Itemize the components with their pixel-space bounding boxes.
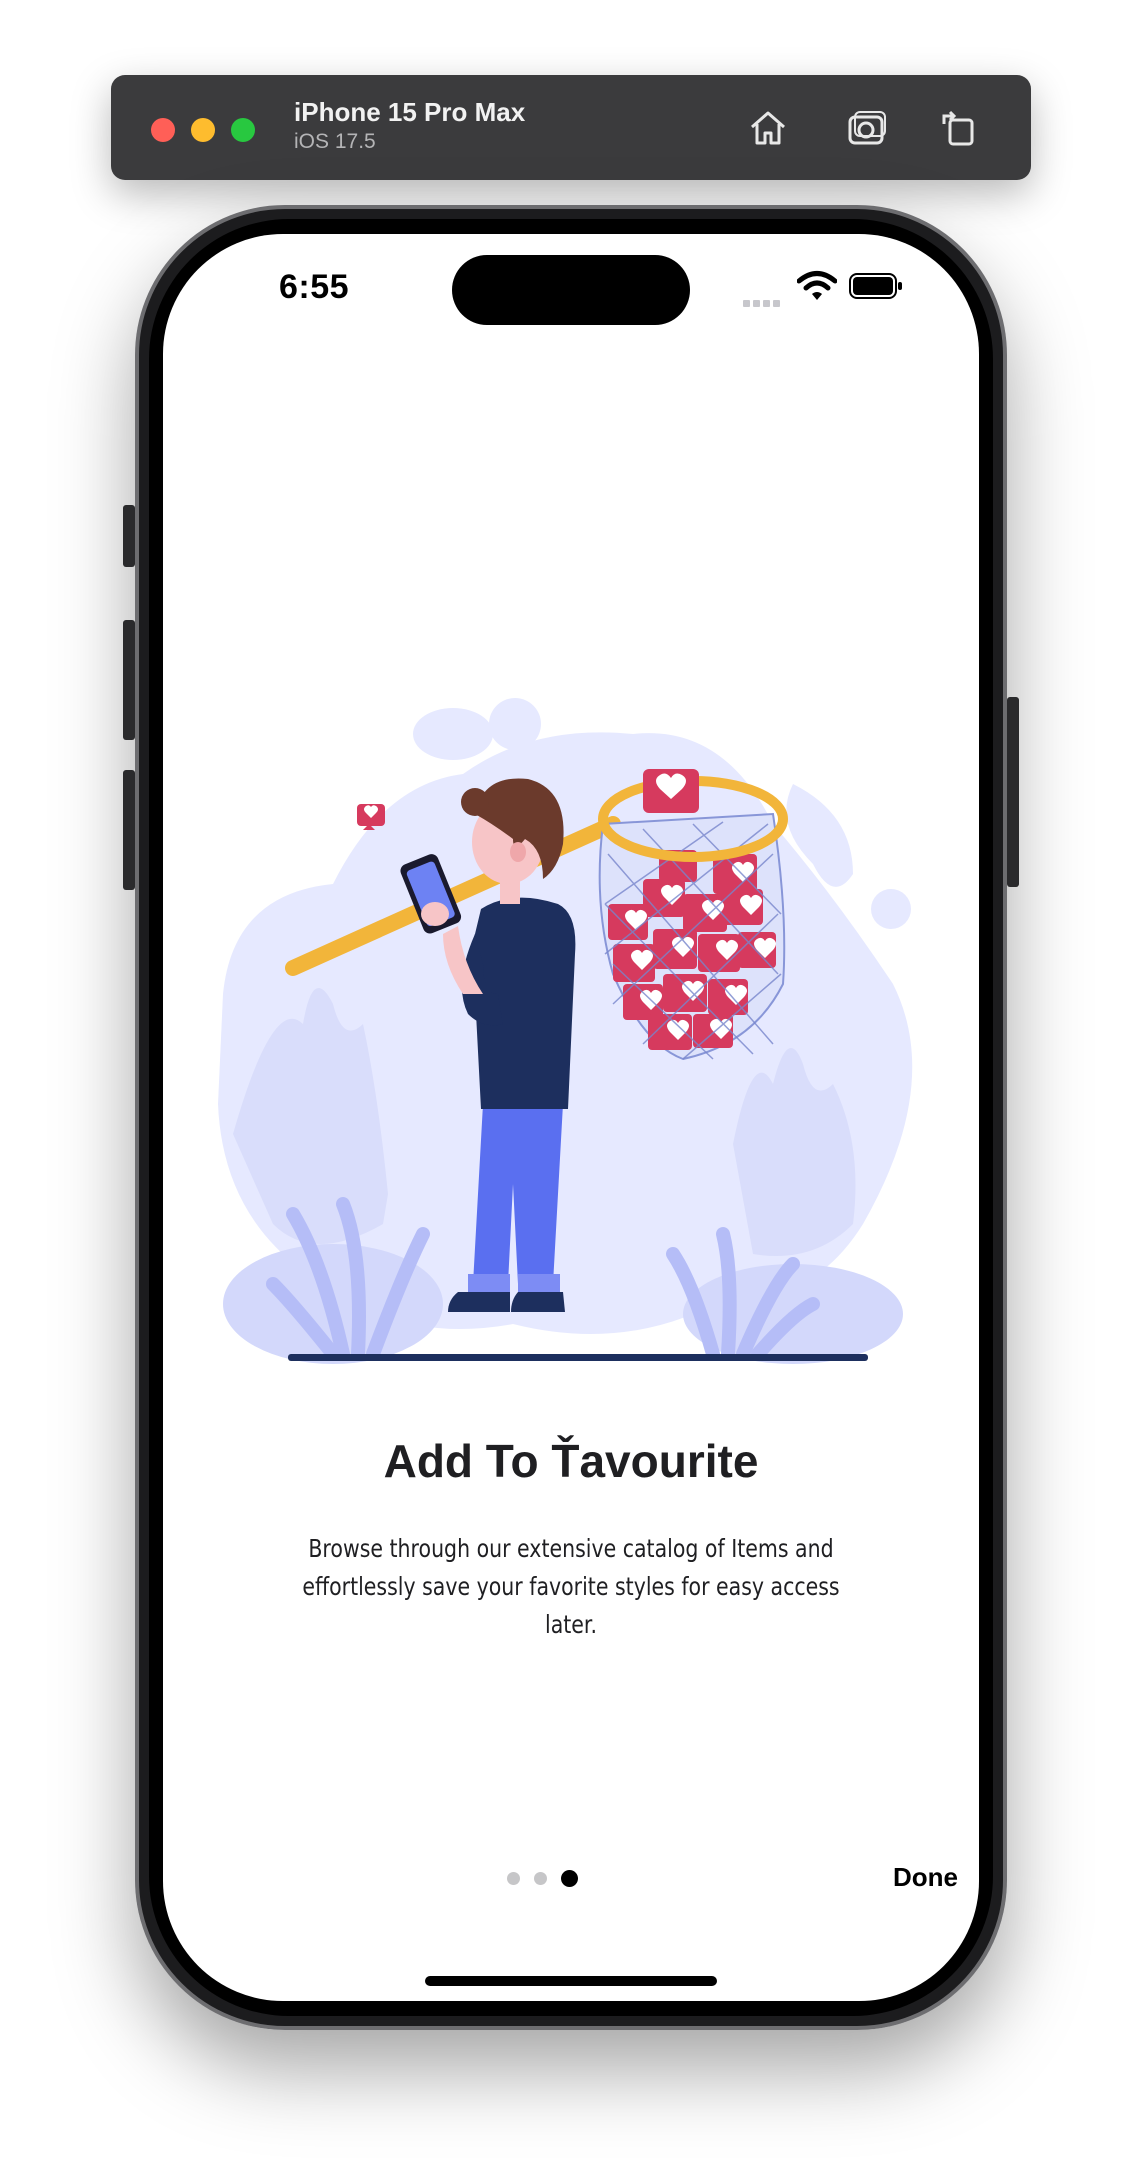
home-button[interactable]: [743, 103, 793, 153]
cellular-signal-icon: [743, 294, 783, 312]
page-dot-2[interactable]: [534, 1872, 547, 1885]
done-button[interactable]: Done: [893, 1862, 958, 1893]
device-name: iPhone 15 Pro Max: [294, 97, 526, 127]
wifi-icon: [797, 271, 837, 300]
onboarding-illustration: [218, 698, 913, 1364]
battery-icon: [849, 273, 902, 299]
status-time: 6:55: [279, 268, 350, 306]
page-dot-1[interactable]: [507, 1872, 520, 1885]
zoom-window-button[interactable]: [231, 118, 255, 142]
onboarding-description: Browse through our extensive catalog of …: [302, 1534, 840, 1639]
rotate-icon: [942, 110, 974, 146]
os-version: iOS 17.5: [294, 130, 376, 153]
simulator-toolbar: iPhone 15 Pro Max iOS 17.5: [111, 75, 1031, 180]
page-dot-3-active[interactable]: [561, 1870, 578, 1887]
rotate-button[interactable]: [933, 103, 983, 153]
page-indicator[interactable]: [507, 1870, 578, 1887]
screenshot-icon: [848, 111, 886, 145]
device-screen: 6:55 Add To Ťavourite Browse through our…: [163, 234, 979, 2001]
action-button: [123, 505, 135, 567]
volume-down-button: [123, 770, 135, 890]
home-icon: [751, 111, 785, 145]
home-indicator[interactable]: [425, 1976, 717, 1986]
close-window-button[interactable]: [151, 118, 175, 142]
minimize-window-button[interactable]: [191, 118, 215, 142]
screenshot-button[interactable]: [843, 103, 893, 153]
volume-up-button: [123, 620, 135, 740]
side-power-button: [1007, 697, 1019, 887]
onboarding-title: Add To Ťavourite: [383, 1435, 759, 1487]
dynamic-island: [452, 255, 690, 325]
